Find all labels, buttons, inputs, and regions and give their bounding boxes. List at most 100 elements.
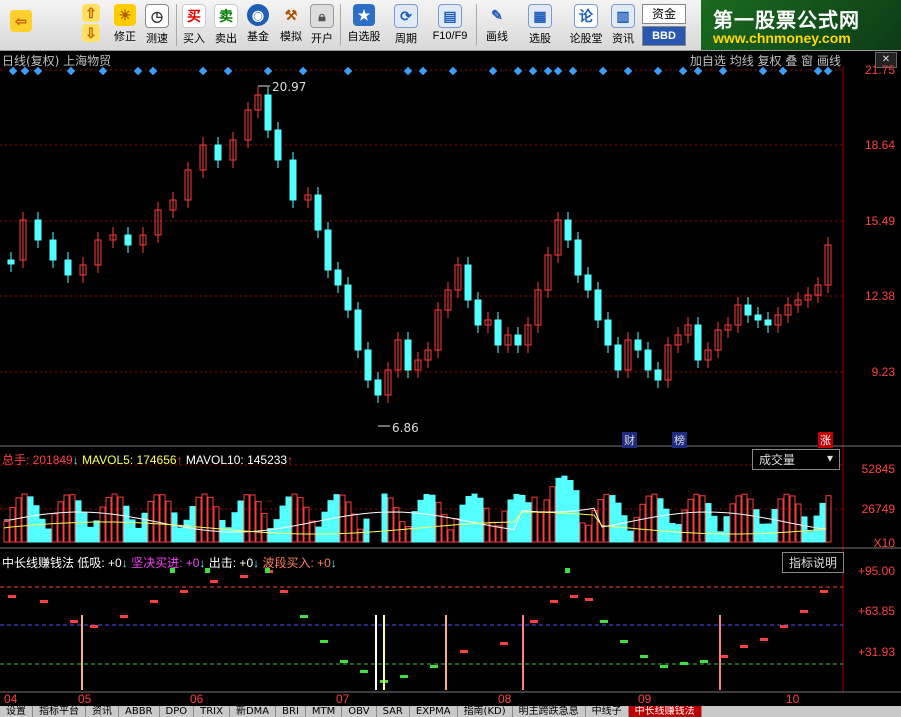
candle-body xyxy=(614,344,622,371)
volume-bar xyxy=(561,475,568,543)
watchlist-button[interactable]: ★ 自选股 xyxy=(344,2,384,48)
stock-select-button[interactable]: ▦ 选股 xyxy=(522,2,558,48)
up-down-button[interactable]: ⇧ ⇩ xyxy=(80,2,102,48)
tab-item[interactable]: 新DMA xyxy=(230,706,277,717)
speed-test-button[interactable]: ◷ 测速 xyxy=(142,2,172,48)
signal-diamond xyxy=(623,66,633,76)
volume-bar xyxy=(441,514,448,543)
f10-label: F10/F9 xyxy=(432,30,468,42)
indicator-step xyxy=(620,640,628,643)
tab-item[interactable]: 设置 xyxy=(0,706,33,717)
volume-indicator-select[interactable]: 成交量 ▾ xyxy=(752,449,840,470)
volume-bar xyxy=(237,500,244,543)
open-account-button[interactable]: 🔒︎ 开户 xyxy=(308,2,336,48)
volume-bar xyxy=(249,494,256,543)
fund-button[interactable]: ◉ 基金 xyxy=(244,2,272,48)
indicator-step xyxy=(800,610,808,613)
period-button[interactable]: ⟳ 周期 xyxy=(388,2,424,48)
signal-diamond xyxy=(33,66,43,76)
indicator-help-button[interactable]: 指标说明 xyxy=(782,552,845,573)
tab-item[interactable]: 资讯 xyxy=(86,706,119,717)
volume-bar xyxy=(231,512,238,543)
volume-bar xyxy=(153,494,160,543)
tab-item[interactable]: DPO xyxy=(160,706,195,717)
volume-bar xyxy=(627,530,634,543)
volume-bar xyxy=(573,490,580,543)
volume-bar xyxy=(303,506,310,543)
tab-item[interactable]: 中线子 xyxy=(586,706,629,717)
volume-bar xyxy=(651,493,658,543)
indicator-step xyxy=(40,600,48,603)
tab-item[interactable]: 明主跨跌急息 xyxy=(513,706,586,717)
attack-value: 出击: +0 xyxy=(208,556,254,570)
volume-bar xyxy=(741,493,748,543)
volume-bar xyxy=(657,498,664,543)
indicator-step xyxy=(8,595,16,598)
volume-bar xyxy=(477,497,484,543)
volume-bar xyxy=(723,516,730,543)
candle-body xyxy=(564,219,572,241)
news-button[interactable]: ▥ 资讯 xyxy=(608,2,638,48)
finance-marker[interactable]: 财 xyxy=(622,432,637,448)
tab-item[interactable]: 指南(KD) xyxy=(458,706,513,717)
bbd-button[interactable]: BBD xyxy=(642,26,686,46)
back-button[interactable]: ⇦ xyxy=(4,2,38,48)
volume-bar xyxy=(327,500,334,543)
volume-bar xyxy=(45,528,52,543)
volume-bar xyxy=(243,494,250,543)
tab-item[interactable]: BRI xyxy=(276,706,306,717)
watchlist-label: 自选股 xyxy=(347,31,381,43)
volume-bar xyxy=(255,501,262,543)
volume-bar xyxy=(507,499,514,543)
tab-item[interactable]: OBV xyxy=(342,706,377,717)
volume-bar xyxy=(495,525,502,543)
mavol10-value: 145233 xyxy=(247,453,288,467)
ranking-marker[interactable]: 榜 xyxy=(672,432,687,448)
site-banner: 第一股票公式网 www.chnmoney.com xyxy=(701,0,901,50)
volume-bar xyxy=(165,500,172,543)
volume-indicator-value: 成交量 xyxy=(759,453,796,467)
up-arrow-icon: ⇧ xyxy=(82,4,100,22)
volume-bar xyxy=(99,506,106,543)
limit-up-marker[interactable]: 涨 xyxy=(818,432,833,448)
speed-test-label: 测速 xyxy=(146,33,168,45)
simulate-button[interactable]: ⚒ 模拟 xyxy=(276,2,306,48)
volume-bar xyxy=(501,510,508,543)
volume-bar xyxy=(27,496,34,543)
tab-item[interactable]: EXPMA xyxy=(410,706,458,717)
signal-diamond xyxy=(20,66,30,76)
signal-diamond xyxy=(758,66,768,76)
candle-body xyxy=(214,144,222,161)
tab-item[interactable]: SAR xyxy=(377,706,410,717)
volume-bar xyxy=(747,498,754,543)
volume-bar xyxy=(729,503,736,543)
indicator-step xyxy=(460,650,468,653)
tab-item[interactable]: MTM xyxy=(306,706,343,717)
volume-bar xyxy=(117,496,124,543)
tab-item[interactable]: ABBR xyxy=(119,706,160,717)
capital-button[interactable]: 资金 xyxy=(642,4,686,24)
tab-item[interactable]: TRIX xyxy=(194,706,230,717)
signal-diamond xyxy=(403,66,413,76)
draw-line-button[interactable]: ✎ 画线 xyxy=(480,2,514,48)
indicator-step xyxy=(780,625,788,628)
price-axis-label: 12.38 xyxy=(864,289,895,303)
tab-item[interactable]: 指标平台 xyxy=(33,706,86,717)
indicator-step xyxy=(550,600,558,603)
tab-item-active[interactable]: 中长线赚钱法 xyxy=(628,706,702,717)
forum-button[interactable]: 论 论股堂 xyxy=(566,2,606,48)
indicator-step xyxy=(70,620,78,623)
buy-button[interactable]: 买 买入 xyxy=(180,2,208,48)
correct-button[interactable]: ☀ 修正 xyxy=(108,2,142,48)
volume-bar xyxy=(825,495,832,543)
indicator-step xyxy=(300,615,308,618)
volume-bar xyxy=(33,505,40,543)
f10-button[interactable]: ▤ F10/F9 xyxy=(428,2,472,48)
mavol5-value: 174656 xyxy=(136,453,177,467)
volume-bar xyxy=(399,521,406,543)
back-arrow-icon: ⇦ xyxy=(10,10,32,32)
month-label: 04 xyxy=(4,692,18,706)
period-label: 周期 xyxy=(395,33,417,45)
month-label: 07 xyxy=(336,692,350,706)
sell-button[interactable]: 卖 卖出 xyxy=(212,2,240,48)
